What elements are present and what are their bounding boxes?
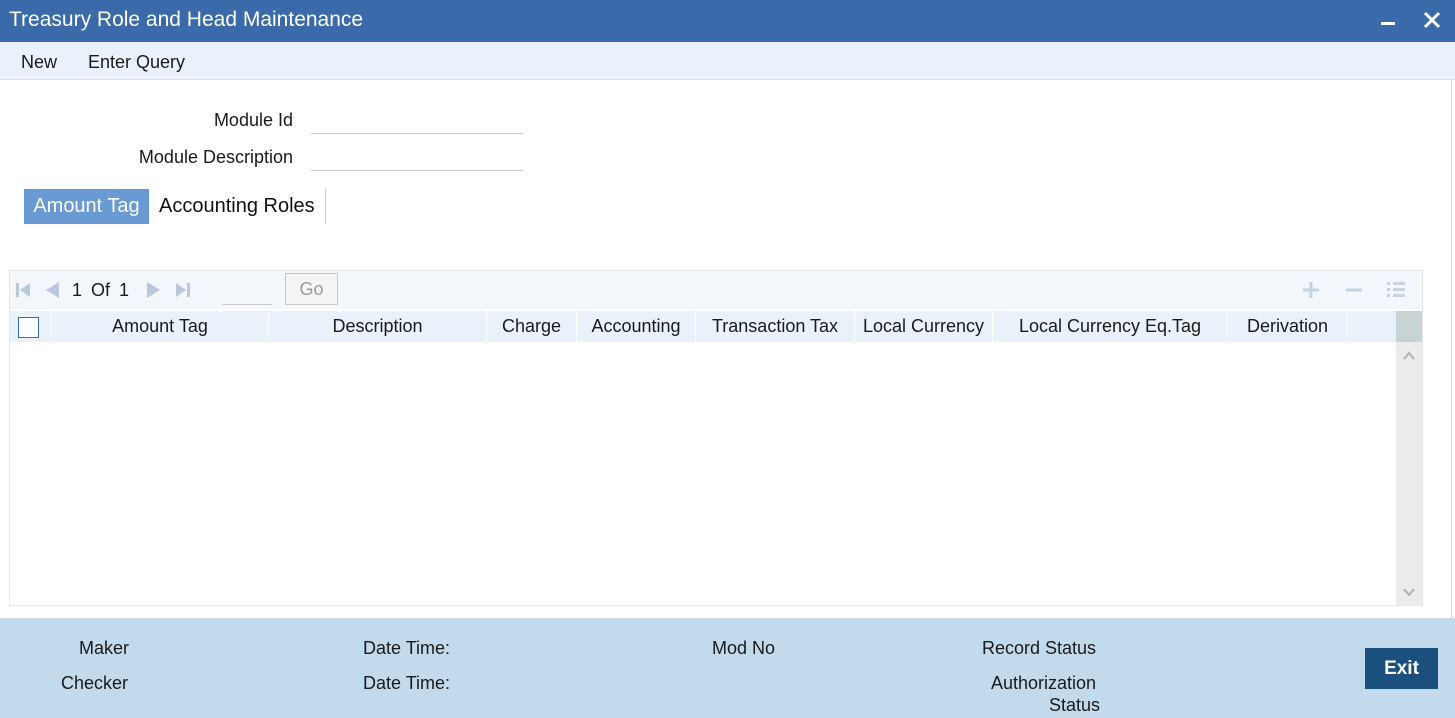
single-view-icon[interactable]: [1385, 279, 1407, 301]
window-titlebar: Treasury Role and Head Maintenance: [0, 0, 1455, 42]
module-id-label: Module Id: [213, 110, 293, 130]
last-page-icon[interactable]: [174, 281, 192, 299]
column-header-derivation[interactable]: Derivation: [1228, 311, 1348, 342]
checker-label: Checker: [61, 673, 129, 693]
authorization-status-label: Status: [1049, 695, 1101, 715]
module-description-label: Module Description: [138, 147, 293, 167]
delete-row-icon[interactable]: [1343, 279, 1365, 301]
window-title: Treasury Role and Head Maintenance: [9, 8, 364, 31]
scrollbar-header-cap: [1396, 311, 1422, 342]
scroll-down-icon[interactable]: [1402, 585, 1416, 599]
grid-toolbar: 1 Of 1 Go: [10, 271, 1422, 309]
checker-date-time-label: Date Time:: [363, 673, 451, 693]
previous-page-icon[interactable]: [43, 281, 61, 299]
column-header-description[interactable]: Description: [269, 311, 487, 342]
module-description-input[interactable]: [311, 145, 523, 171]
column-header-accounting[interactable]: Accounting: [577, 311, 696, 342]
enter-query-menu-item[interactable]: Enter Query: [88, 52, 185, 73]
close-icon[interactable]: [1418, 6, 1446, 34]
page-of-label: Of: [91, 280, 111, 300]
go-button[interactable]: Go: [285, 273, 338, 305]
tab-accounting-roles[interactable]: Accounting Roles: [151, 189, 323, 224]
column-header-transaction-tax[interactable]: Transaction Tax: [696, 311, 855, 342]
grid-body: [10, 342, 1396, 605]
authorization-label: Authorization: [991, 673, 1097, 693]
tab-divider: [325, 189, 326, 224]
record-status-label: Record Status: [982, 638, 1097, 658]
new-menu-item[interactable]: New: [21, 52, 57, 73]
column-header-local-currency-eq-tag[interactable]: Local Currency Eq.Tag: [993, 311, 1228, 342]
column-header-local-currency[interactable]: Local Currency: [855, 311, 993, 342]
column-header-charge[interactable]: Charge: [487, 311, 577, 342]
minimize-icon[interactable]: [1374, 6, 1402, 34]
panel-right-border: [1451, 80, 1452, 618]
total-pages: 1: [119, 280, 130, 300]
first-page-icon[interactable]: [14, 281, 32, 299]
maker-label: Maker: [79, 638, 130, 658]
mod-no-label: Mod No: [712, 638, 776, 658]
current-page: 1: [72, 280, 83, 300]
menu-bar: New Enter Query: [0, 42, 1455, 80]
select-all-checkbox[interactable]: [18, 317, 39, 338]
audit-footer: Maker Checker Date Time: Date Time: Mod …: [0, 618, 1455, 718]
grid-vertical-scrollbar[interactable]: [1396, 311, 1422, 605]
select-all-cell: [10, 311, 52, 342]
scroll-up-icon[interactable]: [1402, 349, 1416, 363]
grid-header-row: Amount Tag Description Charge Accounting…: [10, 311, 1396, 342]
column-header-amount-tag[interactable]: Amount Tag: [52, 311, 269, 342]
maker-date-time-label: Date Time:: [363, 638, 451, 658]
module-id-input[interactable]: [311, 108, 523, 134]
exit-button[interactable]: Exit: [1365, 648, 1438, 689]
add-row-icon[interactable]: [1300, 279, 1322, 301]
next-page-icon[interactable]: [145, 281, 163, 299]
tab-amount-tag[interactable]: Amount Tag: [24, 189, 149, 224]
page-number-input[interactable]: [222, 277, 272, 305]
amount-tag-grid: 1 Of 1 Go Amount Tag Description Charge …: [9, 270, 1423, 606]
